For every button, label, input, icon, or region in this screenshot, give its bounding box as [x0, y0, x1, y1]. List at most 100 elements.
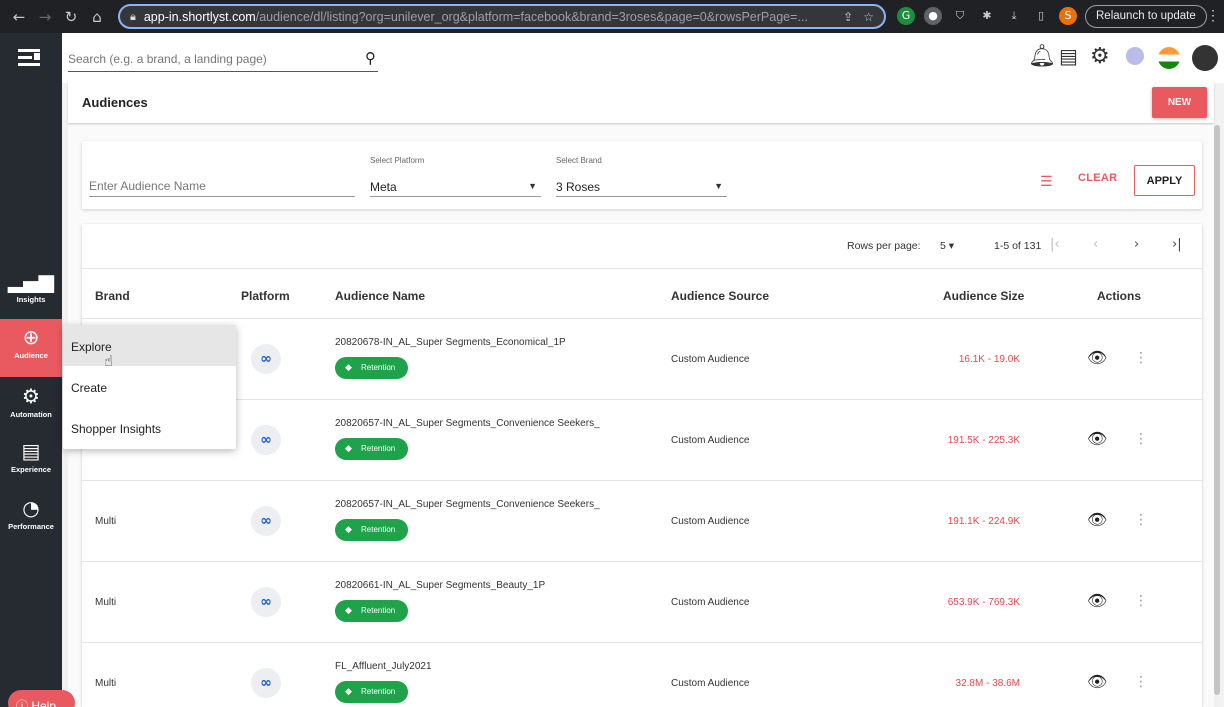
share-icon[interactable]: ⇪ [843, 10, 853, 24]
last-page-icon[interactable]: ›| [1172, 237, 1182, 252]
help-label: Help [31, 699, 57, 707]
scrollbar-thumb[interactable] [1214, 125, 1220, 695]
next-page-icon[interactable]: › [1134, 237, 1139, 252]
divider [82, 480, 1202, 481]
row-audience-source: Custom Audience [671, 678, 750, 689]
eye-icon[interactable]: 👁︎ [1087, 429, 1107, 448]
home-icon[interactable]: ⌂ [84, 8, 110, 26]
platform-value: Meta [370, 180, 397, 194]
badge-icon: ◆ [345, 606, 352, 616]
retention-badge: ◆ Retention [335, 357, 408, 379]
help-button[interactable]: ⓘ Help [8, 690, 75, 707]
badge-icon: ◆ [345, 525, 352, 535]
row-audience-name[interactable]: FL_Affluent_July2021 [335, 661, 432, 672]
dropdown-arrow-icon: ▼ [714, 181, 723, 191]
badge-icon: ◆ [345, 687, 352, 697]
audience-name-field[interactable]: Enter Audience Name [89, 175, 355, 197]
sidebar-item-label: Performance [8, 522, 54, 531]
eye-icon[interactable]: 👁︎ [1087, 591, 1107, 610]
row-brand: Multi [95, 678, 117, 689]
column-header-audience-source: Audience Source [671, 289, 770, 303]
platform-select[interactable]: Select Platform Meta ▼ [370, 156, 541, 197]
eye-icon[interactable]: 👁︎ [1087, 672, 1107, 691]
clear-button[interactable]: CLEAR [1078, 172, 1117, 184]
search-input[interactable] [68, 46, 348, 66]
user-avatar[interactable] [1126, 47, 1144, 65]
gauge-icon: ◔ [22, 496, 40, 520]
extension-icon[interactable]: ● [924, 7, 942, 25]
sidebar-item-performance[interactable]: ◔ Performance [0, 490, 62, 546]
search-icon[interactable]: ⚲ [365, 49, 376, 67]
more-options-icon[interactable]: ⋮ [1134, 593, 1148, 609]
row-audience-name[interactable]: 20820678-IN_AL_Super Segments_Economical… [335, 337, 566, 348]
meta-logo-icon: ∞ [251, 344, 281, 374]
forward-icon[interactable]: → [32, 8, 58, 26]
page-title: Audiences [82, 95, 148, 110]
more-options-icon[interactable]: ⋮ [1134, 512, 1148, 528]
divider [82, 561, 1202, 562]
row-brand: Multi [95, 597, 117, 608]
url-path: /audience/dl/listing?org=unilever_org&pl… [255, 9, 808, 24]
page-scrollbar[interactable] [1214, 125, 1220, 707]
app-header: ⚲ 🔔︎ ▤ ⚙ [62, 33, 1224, 83]
row-brand: Multi [95, 516, 117, 527]
sidepanel-icon[interactable]: ▯ [1032, 7, 1050, 25]
bell-icon[interactable]: 🔔︎ [1028, 44, 1056, 69]
new-audience-button[interactable]: NEW [1152, 87, 1207, 118]
row-audience-name[interactable]: 20820661-IN_AL_Super Segments_Beauty_1P [335, 580, 545, 591]
row-audience-source: Custom Audience [671, 354, 750, 365]
row-audience-source: Custom Audience [671, 597, 750, 608]
more-options-icon[interactable]: ⋮ [1134, 350, 1148, 366]
shield-icon[interactable]: ⛉ [951, 7, 969, 25]
prev-page-icon[interactable]: ‹ [1093, 237, 1098, 252]
first-page-icon[interactable]: |‹ [1050, 237, 1060, 252]
bookmark-star-icon[interactable]: ☆ [863, 10, 874, 24]
profile-avatar[interactable]: S [1059, 7, 1077, 25]
target-icon: ⊕ [22, 325, 40, 349]
eye-icon[interactable]: 👁︎ [1087, 510, 1107, 529]
divider [82, 399, 1202, 400]
bar-chart-icon: ▂▄▆ [7, 269, 55, 293]
puzzle-icon[interactable]: ✱ [978, 7, 996, 25]
column-header-platform: Platform [241, 289, 290, 303]
extension-grammarly-icon[interactable]: G [897, 7, 915, 25]
more-options-icon[interactable]: ⋮ [1134, 674, 1148, 690]
sidebar-item-experience[interactable]: ▤ Experience [0, 433, 62, 489]
reload-icon[interactable]: ↻ [58, 8, 84, 26]
document-icon[interactable]: ▤ [1059, 44, 1078, 68]
row-audience-name[interactable]: 20820657-IN_AL_Super Segments_Convenienc… [335, 418, 600, 429]
address-bar[interactable]: 🔒︎ app-in.shortlyst.com/audience/dl/list… [118, 4, 886, 29]
sidebar-item-label: Audience [14, 351, 48, 360]
back-icon[interactable]: ← [6, 8, 32, 26]
divider [82, 318, 1202, 319]
url-host: app-in.shortlyst.com [143, 9, 256, 24]
menu-item-shopper-insights[interactable]: Shopper Insights [63, 407, 236, 448]
filter-icon[interactable]: ☰ [1040, 174, 1053, 190]
menu-item-explore[interactable]: Explore [63, 325, 236, 366]
eye-icon[interactable]: 👁︎ [1087, 348, 1107, 367]
more-options-icon[interactable]: ⋮ [1134, 431, 1148, 447]
app-logo[interactable] [16, 47, 44, 69]
left-sidebar: ▂▄▆ Insights ⊕ Audience ⚙ Automation ▤ E… [0, 33, 62, 707]
menu-item-create[interactable]: Create [63, 366, 236, 407]
rows-per-page-select[interactable]: 5 ▾ [940, 240, 954, 252]
audience-submenu: Explore Create Shopper Insights [63, 325, 236, 449]
lock-icon: 🔒︎ [130, 9, 136, 23]
flag-icon[interactable] [1158, 47, 1180, 69]
row-audience-source: Custom Audience [671, 435, 750, 446]
gear-icon[interactable]: ⚙ [1090, 44, 1110, 69]
sidebar-item-audience[interactable]: ⊕ Audience [0, 319, 62, 377]
retention-badge: ◆ Retention [335, 438, 408, 460]
account-icon[interactable] [1192, 45, 1218, 71]
automation-gear-icon: ⚙ [22, 384, 40, 408]
sidebar-item-automation[interactable]: ⚙ Automation [0, 378, 62, 434]
apply-button[interactable]: APPLY [1134, 165, 1195, 196]
brand-select[interactable]: Select Brand 3 Roses ▼ [556, 156, 727, 197]
badge-icon: ◆ [345, 444, 352, 454]
relaunch-button[interactable]: Relaunch to update [1085, 5, 1207, 28]
row-audience-name[interactable]: 20820657-IN_AL_Super Segments_Convenienc… [335, 499, 600, 510]
badge-icon: ◆ [345, 363, 352, 373]
chrome-menu-icon[interactable]: ⋮ [1206, 7, 1220, 24]
download-icon[interactable]: ⤓ [1005, 7, 1023, 25]
sidebar-item-insights[interactable]: ▂▄▆ Insights [0, 263, 62, 319]
